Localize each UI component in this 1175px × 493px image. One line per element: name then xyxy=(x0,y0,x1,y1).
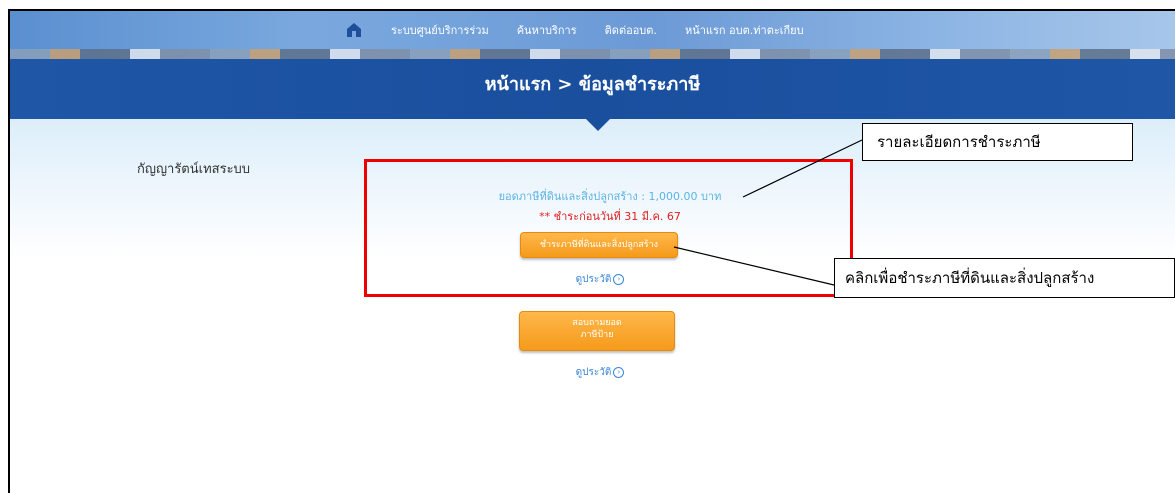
click-to-pay-callout: คลิกเพื่อชำระภาษีที่ดินและสิ่งปลูกสร้าง xyxy=(834,258,1175,298)
details-callout: รายละเอียดการชำระภาษี xyxy=(862,123,1133,161)
callout-lines xyxy=(673,139,863,286)
